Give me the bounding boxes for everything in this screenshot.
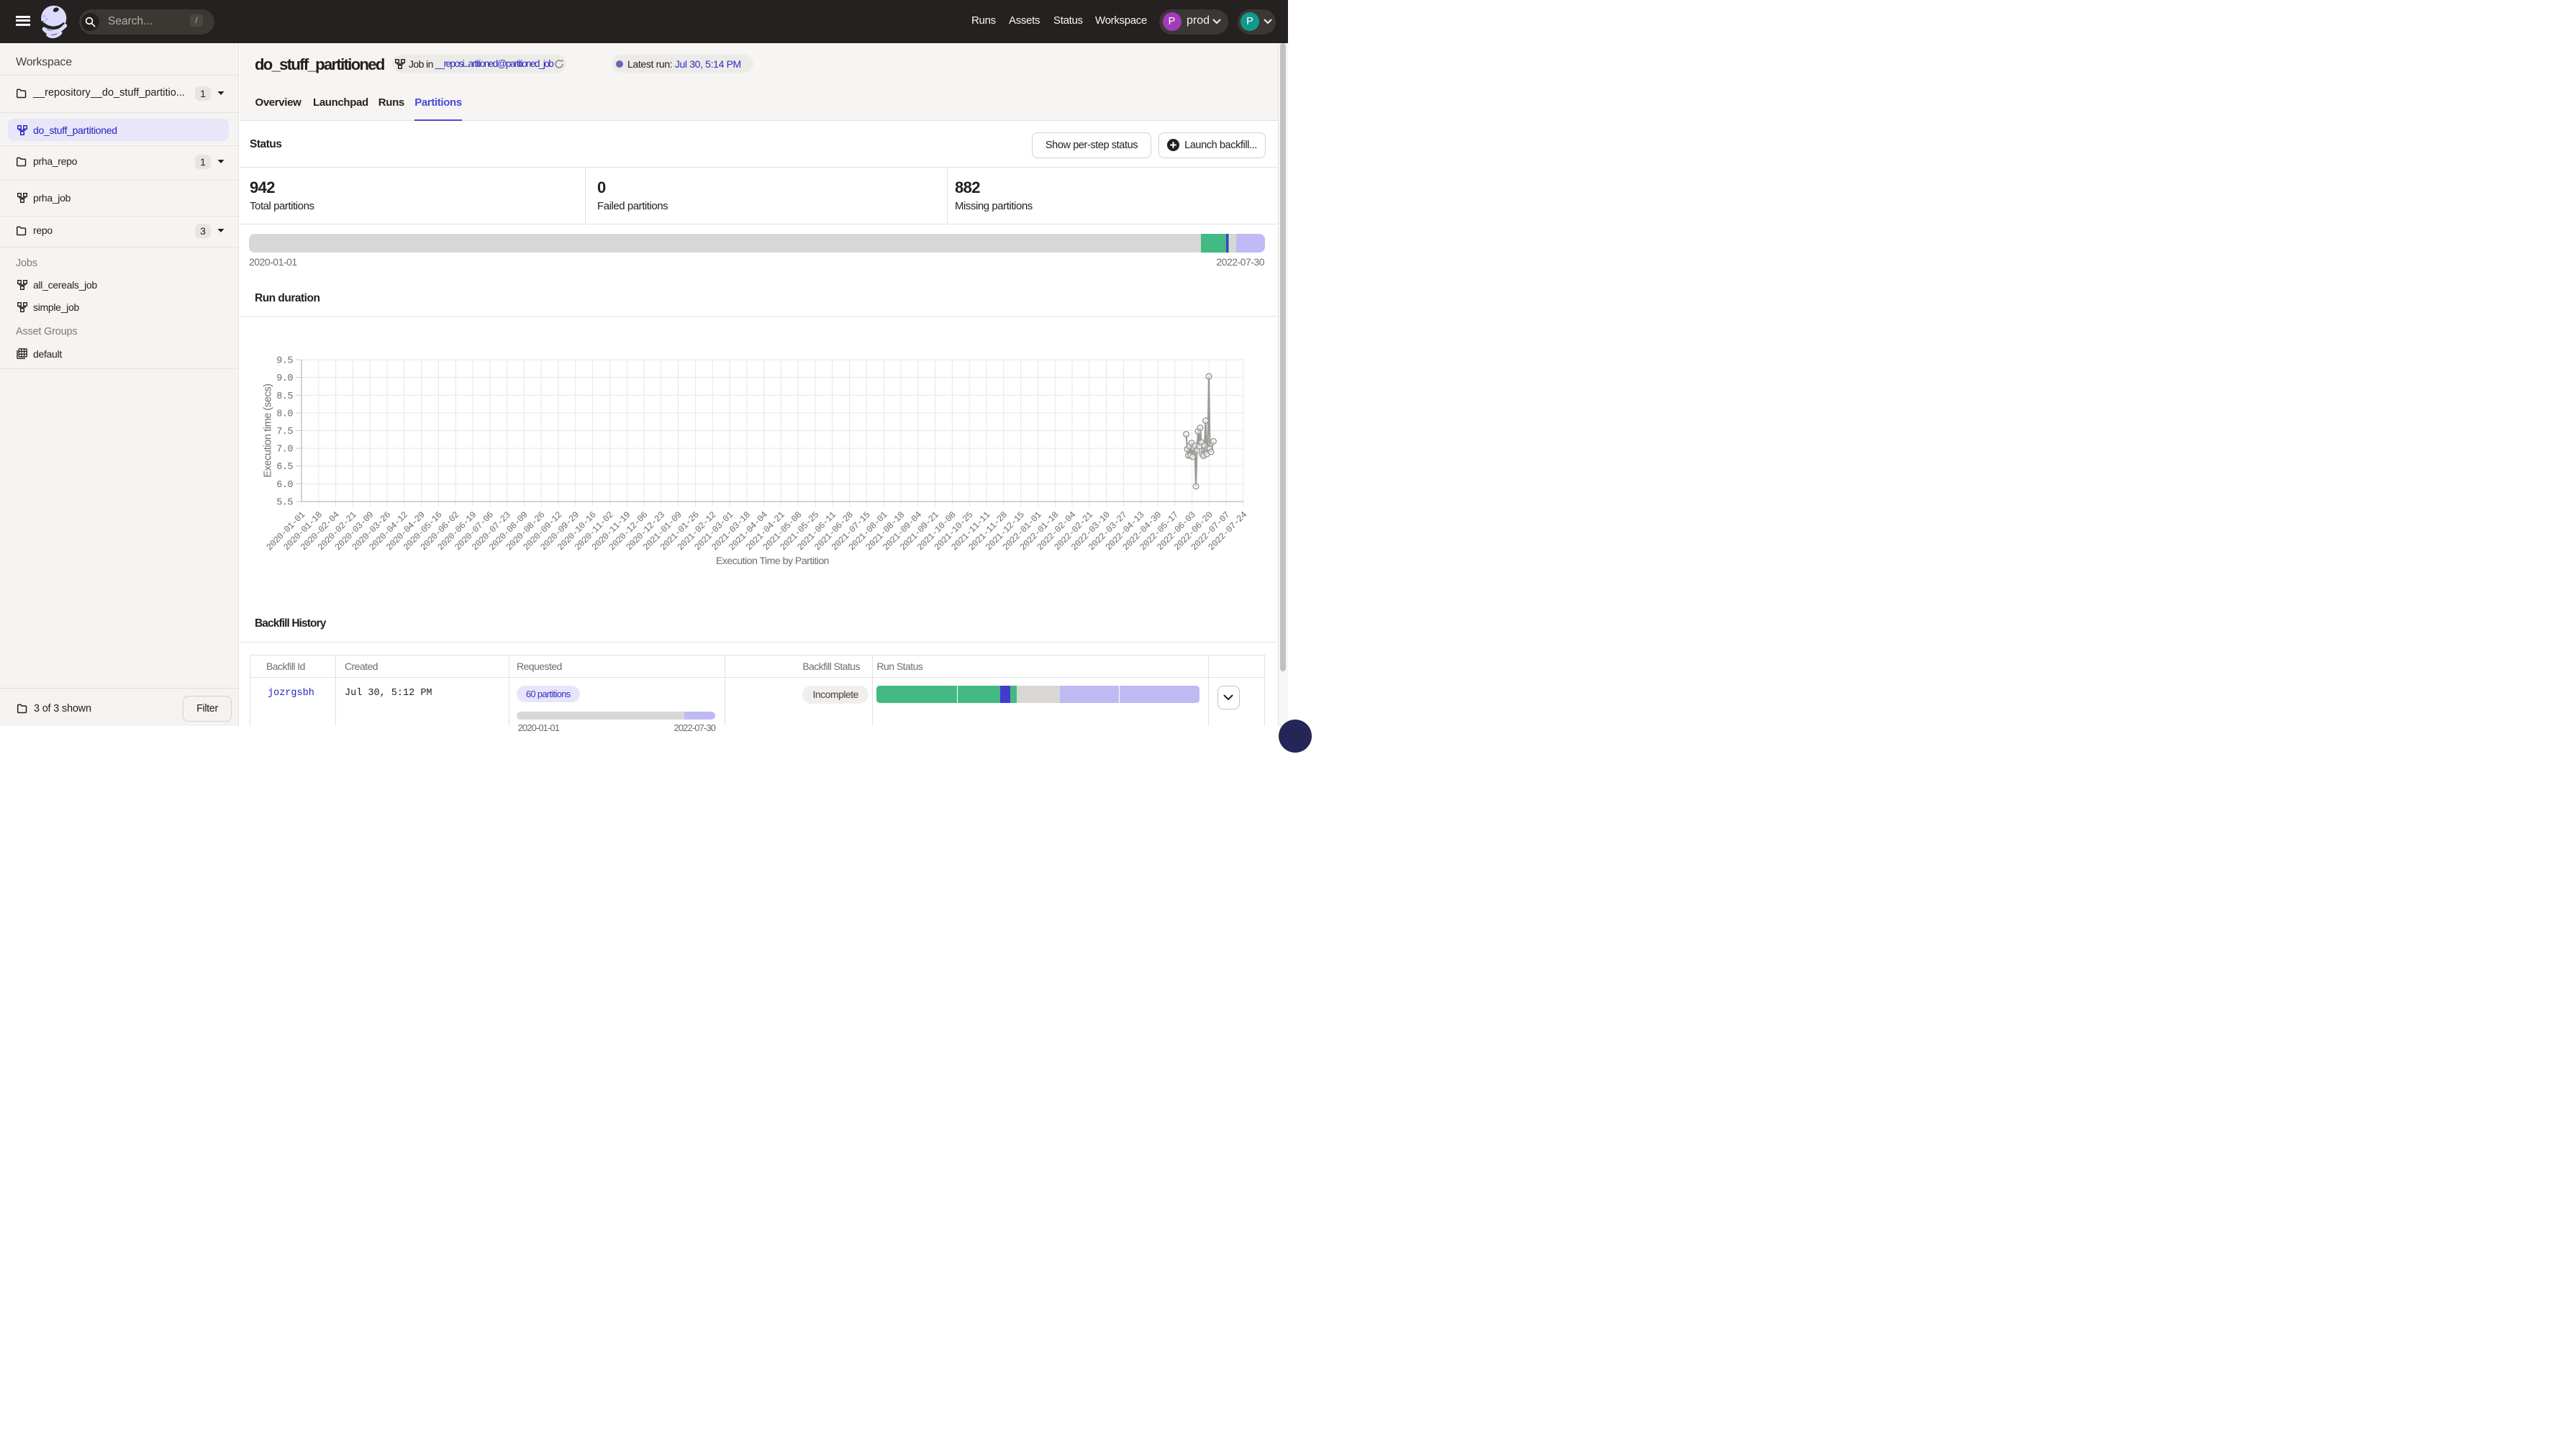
- svg-text:5.5: 5.5: [276, 498, 293, 509]
- svg-text:9.0: 9.0: [276, 373, 293, 384]
- svg-text:Execution time (secs): Execution time (secs): [263, 384, 274, 477]
- svg-text:Execution Time by Partition: Execution Time by Partition: [716, 555, 829, 567]
- svg-text:8.0: 8.0: [276, 409, 293, 419]
- svg-text:6.0: 6.0: [276, 480, 293, 491]
- svg-text:6.5: 6.5: [276, 462, 293, 473]
- svg-text:9.5: 9.5: [276, 356, 293, 367]
- svg-text:7.0: 7.0: [276, 445, 293, 455]
- svg-text:7.5: 7.5: [276, 427, 293, 437]
- svg-text:8.5: 8.5: [276, 391, 293, 402]
